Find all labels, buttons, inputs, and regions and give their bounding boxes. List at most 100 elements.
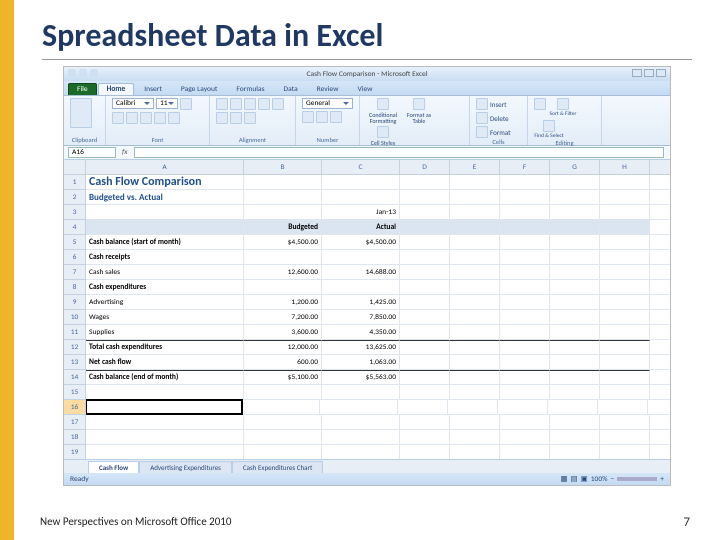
name-box[interactable]: A16 [68, 147, 116, 158]
cell[interactable] [500, 205, 550, 219]
tab-page-layout[interactable]: Page Layout [172, 83, 227, 95]
row-header[interactable]: 7 [64, 265, 85, 280]
cell[interactable] [450, 235, 500, 249]
cell[interactable] [450, 295, 500, 309]
cell[interactable] [550, 220, 600, 234]
cell[interactable] [244, 190, 322, 204]
cell[interactable] [400, 280, 450, 294]
cell[interactable] [244, 205, 322, 219]
format-as-table-button[interactable]: Format as Table [402, 98, 436, 124]
cell[interactable] [600, 385, 650, 399]
cell[interactable] [598, 400, 648, 414]
cell[interactable] [400, 220, 450, 234]
cell[interactable] [400, 325, 450, 339]
row-header[interactable]: 16 [64, 400, 85, 415]
cell[interactable] [500, 250, 550, 264]
cell[interactable] [400, 235, 450, 249]
cell[interactable] [450, 175, 500, 189]
cell[interactable] [244, 445, 322, 459]
cell[interactable] [550, 445, 600, 459]
tab-insert[interactable]: Insert [135, 83, 171, 95]
row-header[interactable]: 18 [64, 430, 85, 445]
cell[interactable]: Advertising [86, 295, 244, 309]
cell[interactable] [244, 415, 322, 429]
cell[interactable] [450, 190, 500, 204]
cell[interactable] [86, 415, 244, 429]
percent-icon[interactable] [316, 111, 328, 123]
cell[interactable]: Budgeted [244, 220, 322, 234]
cell[interactable] [400, 445, 450, 459]
align-bottom-icon[interactable] [244, 98, 256, 110]
tab-data[interactable]: Data [275, 83, 307, 95]
zoom-control[interactable]: ▦ ▤ ▣ 100% −+ [560, 474, 664, 484]
cell[interactable] [448, 400, 498, 414]
cell[interactable] [600, 175, 650, 189]
cell[interactable] [244, 430, 322, 444]
cell[interactable]: 12,600.00 [244, 265, 322, 279]
cell[interactable] [600, 235, 650, 249]
cell[interactable]: $4,500.00 [322, 235, 400, 249]
cell[interactable] [450, 325, 500, 339]
save-icon[interactable] [68, 69, 76, 77]
cell[interactable] [400, 385, 450, 399]
col-header[interactable]: B [244, 160, 322, 174]
cell[interactable] [86, 430, 244, 444]
row-header[interactable]: 3 [64, 205, 85, 220]
paste-icon[interactable] [70, 98, 92, 128]
cell[interactable] [600, 430, 650, 444]
cell[interactable] [600, 445, 650, 459]
tab-review[interactable]: Review [308, 83, 348, 95]
row-header[interactable]: 12 [64, 340, 85, 355]
cell[interactable] [500, 295, 550, 309]
cell[interactable] [550, 385, 600, 399]
sheet-tab[interactable]: Cash Flow [88, 461, 139, 473]
cell[interactable] [86, 385, 244, 399]
row-header[interactable]: 11 [64, 325, 85, 340]
cell[interactable] [400, 370, 450, 384]
cell[interactable] [500, 445, 550, 459]
cell[interactable]: Wages [86, 310, 244, 324]
align-top-icon[interactable] [216, 98, 228, 110]
autosum-icon[interactable] [534, 98, 546, 110]
formula-bar[interactable] [134, 147, 664, 158]
redo-icon[interactable] [90, 69, 98, 77]
cell[interactable] [86, 205, 244, 219]
cell[interactable]: Cash balance (end of month) [86, 370, 244, 384]
row-header[interactable]: 14 [64, 370, 85, 385]
cell[interactable] [400, 295, 450, 309]
row-header[interactable]: 4 [64, 220, 85, 235]
cell[interactable]: 1,200.00 [244, 295, 322, 309]
cell[interactable] [244, 250, 322, 264]
merge-icon[interactable] [244, 112, 256, 124]
bold-icon[interactable] [180, 98, 192, 110]
cell[interactable]: Cash sales [86, 265, 244, 279]
cell[interactable] [600, 220, 650, 234]
undo-icon[interactable] [79, 69, 87, 77]
tab-file[interactable]: File [68, 83, 97, 95]
cell[interactable] [600, 325, 650, 339]
row-header[interactable]: 17 [64, 415, 85, 430]
close-icon[interactable] [656, 69, 666, 77]
cell[interactable] [550, 340, 600, 354]
align-middle-icon[interactable] [230, 98, 242, 110]
cell[interactable] [450, 250, 500, 264]
cell[interactable] [500, 175, 550, 189]
view-normal-icon[interactable]: ▦ [560, 474, 567, 484]
col-header[interactable]: C [322, 160, 400, 174]
maximize-icon[interactable] [644, 69, 654, 77]
row-header[interactable]: 13 [64, 355, 85, 370]
cell[interactable] [450, 205, 500, 219]
conditional-formatting-button[interactable]: Conditional Formatting [366, 98, 400, 124]
cell[interactable] [400, 430, 450, 444]
cell[interactable] [550, 250, 600, 264]
cell[interactable] [600, 190, 650, 204]
fx-icon[interactable]: fx [122, 148, 128, 157]
cell[interactable] [244, 175, 322, 189]
cell[interactable] [450, 340, 500, 354]
cell[interactable]: 600.00 [244, 355, 322, 369]
row-header[interactable]: 1 [64, 175, 85, 190]
cell[interactable] [600, 370, 650, 384]
cell[interactable] [500, 265, 550, 279]
cell[interactable] [550, 235, 600, 249]
cell[interactable] [500, 415, 550, 429]
